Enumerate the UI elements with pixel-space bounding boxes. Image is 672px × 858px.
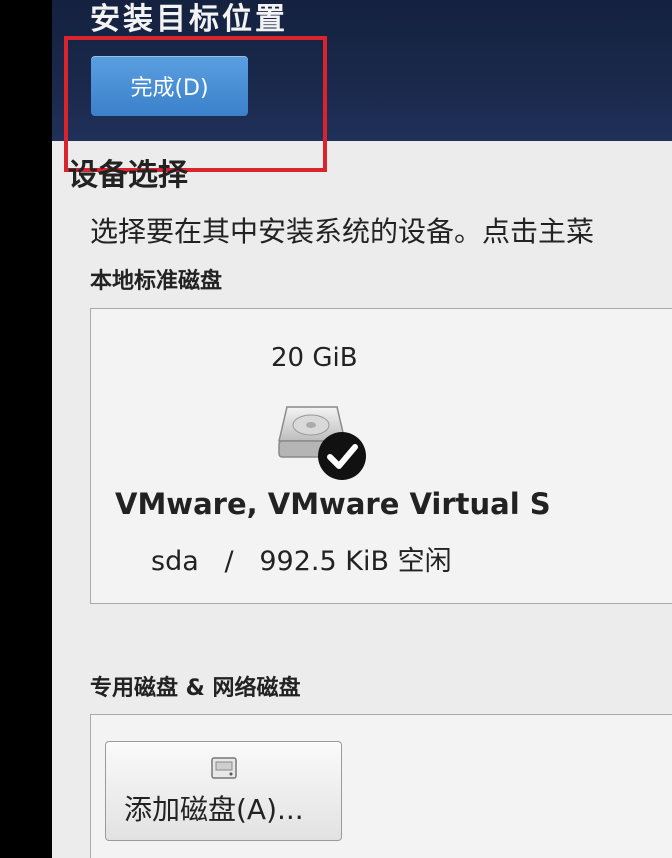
local-disks-panel: 20 GiB VMware, VMware Virtual S sda / 99…: [90, 308, 672, 604]
section-description: 选择要在其中安装系统的设备。点击主菜: [90, 215, 595, 248]
installer-window: 安装目标位置 完成(D) 设备选择 选择要在其中安装系统的设备。点击主菜 本地标…: [52, 0, 672, 858]
disk-details: sda / 992.5 KiB 空闲: [151, 539, 452, 578]
disk-name: VMware, VMware Virtual S: [115, 487, 551, 521]
disk-size: 20 GiB: [271, 343, 358, 373]
network-disks-panel: 添加磁盘(A)...: [90, 714, 672, 858]
section-title: 设备选择: [68, 158, 188, 193]
disk-separator: /: [224, 546, 234, 577]
harddisk-icon[interactable]: [271, 401, 371, 481]
network-disks-label: 专用磁盘 & 网络磁盘: [90, 676, 301, 701]
page-title: 安装目标位置: [90, 2, 288, 37]
add-disk-button[interactable]: 添加磁盘(A)...: [105, 741, 342, 841]
disk-free-space: 992.5 KiB 空闲: [259, 546, 452, 577]
disk-small-icon: [211, 757, 237, 779]
local-disks-label: 本地标准磁盘: [90, 269, 223, 294]
add-disk-label: 添加磁盘(A)...: [124, 793, 304, 826]
checkmark-icon: [318, 432, 366, 480]
disk-device: sda: [151, 546, 199, 577]
